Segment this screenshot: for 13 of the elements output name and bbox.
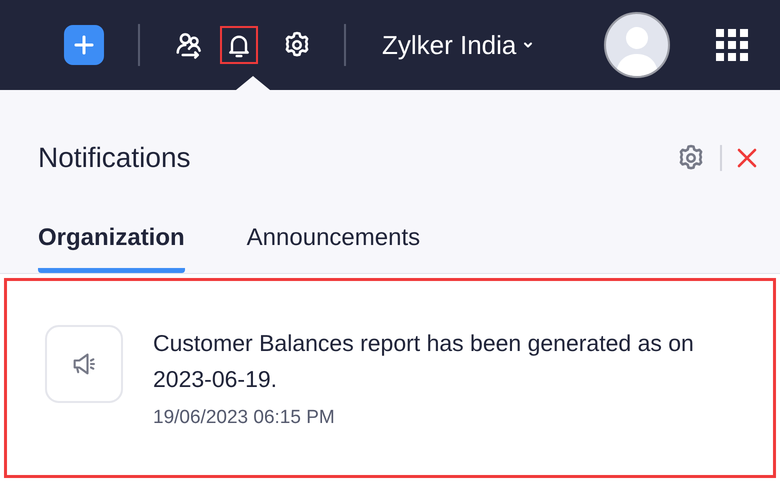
megaphone-icon [45, 325, 123, 403]
pointer-arrow [236, 76, 270, 90]
organization-dropdown[interactable]: Zylker India [382, 30, 534, 60]
notification-icon[interactable] [220, 26, 258, 64]
notification-item[interactable]: Customer Balances report has been generated as on 2023-06-19. 19/06/2023 06:15 PM [4, 278, 776, 478]
notification-time: 19/06/2023 06:15 PM [153, 407, 336, 429]
close-icon[interactable] [736, 147, 758, 169]
notification-message: Customer Balances report has been generated as on 2023-06-19. [153, 329, 695, 394]
apps-grid-icon[interactable] [716, 29, 748, 61]
tab[interactable]: Announcements [246, 224, 420, 273]
add-button[interactable] [64, 25, 104, 65]
panel-title: Notifications [38, 142, 192, 174]
plus-icon [73, 34, 95, 56]
